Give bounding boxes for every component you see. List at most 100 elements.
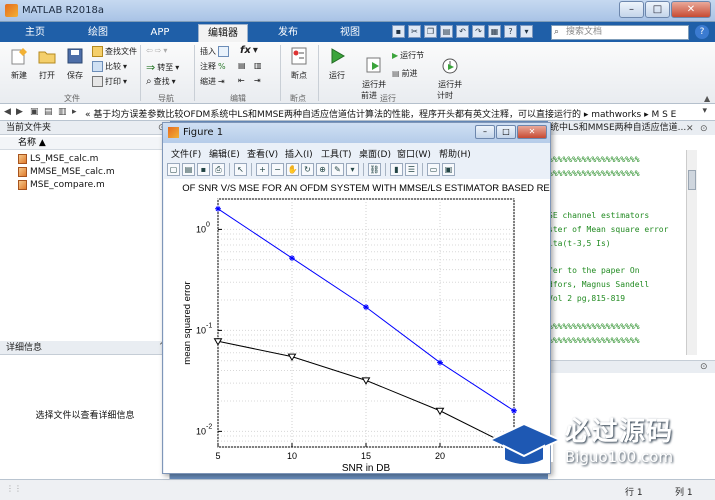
code-line[interactable]: %%%%%%%%%%%%%%%%%%% [548,336,640,345]
figure-menu-desktop[interactable]: 桌面(D) [359,147,391,160]
run-and-time-button[interactable]: 运行并 计时 [428,46,462,110]
print-button[interactable]: 打印 ▾ [92,76,127,87]
code-line[interactable]: SE channel estimators [548,211,649,220]
print-figure-icon[interactable]: ⎙ [212,162,225,176]
tab-editor[interactable]: 编辑器 [198,24,248,42]
new-figure-icon[interactable]: ▢ [167,162,180,176]
code-line[interactable]: %%%%%%%%%%%%%%%%%%% [548,169,640,178]
tab-home[interactable]: 主页 [15,24,55,42]
save-quick-icon[interactable]: ▪ [392,25,405,38]
editor-scrollbar[interactable] [686,150,697,355]
figure-menu-tools[interactable]: 工具(T) [321,147,352,160]
indent-button[interactable]: 缩进 ⇥ [200,76,225,87]
compare-button[interactable]: 比较 ▾ [92,61,127,72]
goto-button[interactable]: ⇒ 转至 ▾ [146,61,179,74]
insert-colorbar-icon[interactable]: ▮ [390,162,403,176]
details-title: 详细信息 [0,341,170,355]
x-tick-label: 10 [287,451,297,461]
close-button[interactable]: ✕ [671,1,711,18]
find-files-button[interactable]: 查找文件 [92,46,137,57]
address-folder-icon[interactable]: ▤ [44,107,53,117]
rotate-3d-icon[interactable]: ↻ [301,162,314,176]
figure-minimize-button[interactable]: – [475,125,495,139]
code-line[interactable]: fer to the paper On [548,266,640,275]
code-line[interactable]: Vol 2 pg,815-819 [548,294,625,303]
figure-menu-file[interactable]: 文件(F) [171,147,201,160]
tab-publish[interactable]: 发布 [268,24,308,42]
editor-close-icon[interactable]: ✕ [686,124,694,134]
insert-button[interactable]: 插入 [200,46,229,57]
workspace-panel-menu-icon[interactable]: ⊙ [700,362,708,372]
code-line[interactable]: ita(t-3,5 Is) [548,239,611,248]
figure-close-button[interactable]: ✕ [517,125,547,139]
indent-right-icon[interactable]: ⇥ [254,76,261,85]
run-button[interactable]: 运行 [322,46,352,81]
show-plot-tools-icon[interactable]: ▣ [442,162,455,176]
advance-button[interactable]: ▤ 前进 [392,68,418,79]
address-dropdown-icon[interactable]: ▾ [702,106,707,116]
ribbon-collapse-icon[interactable]: ▲ [704,94,710,103]
save-button[interactable]: 保存 [60,46,90,81]
code-line[interactable]: dfors, Magnus Sandell [548,280,649,289]
link-plot-icon[interactable]: ⛓ [368,162,381,176]
find-button[interactable]: ⌕ 查找 ▾ [146,76,176,87]
redo-quick-icon[interactable]: ↷ [472,25,485,38]
new-button[interactable]: 新建 [4,46,34,81]
figure-menu-help[interactable]: 帮助(H) [439,147,471,160]
tab-view[interactable]: 视图 [330,24,370,42]
paste-quick-icon[interactable]: ▤ [440,25,453,38]
pan-hand-icon[interactable]: ✋ [286,162,299,176]
column-header-name[interactable]: 名称 ▲ [0,137,170,150]
address-folder-up-icon[interactable]: ▣ [30,107,39,117]
file-item[interactable]: MMSE_MSE_calc.m [18,167,115,177]
figure-menu-view[interactable]: 查看(V) [247,147,278,160]
breakpoints-button[interactable]: 断点 [284,46,314,81]
code-line[interactable]: %%%%%%%%%%%%%%%%%%% [548,322,640,331]
current-folder-path[interactable]: « 基于均方误差参数比较OFDM系统中LS和MMSE两种自适应信道估计算法的性能… [85,107,676,120]
fx-button[interactable]: fx ▾ [240,45,258,56]
zoom-out-icon[interactable]: − [271,162,284,176]
editor-panel-menu-icon[interactable]: ⊙ [700,124,708,134]
help-icon[interactable]: ? [695,25,709,39]
search-input[interactable]: 搜索文档 [551,25,689,40]
uncomment-icon[interactable]: ▥ [254,61,262,70]
figure-menu-insert[interactable]: 插入(I) [285,147,313,160]
figure-maximize-button[interactable]: □ [496,125,516,139]
file-item[interactable]: LS_MSE_calc.m [18,154,98,164]
back-nav-button[interactable]: ⇦ ⇨ ▾ [146,46,167,55]
scrollbar-thumb[interactable] [688,170,696,190]
address-forward-icon[interactable]: ▶ [16,107,23,117]
customize-dropdown-icon[interactable]: ▾ [520,25,533,38]
figure-menu-edit[interactable]: 编辑(E) [209,147,240,160]
run-section-button[interactable]: ▶ 运行节 [392,50,424,61]
wrap-comments-icon[interactable]: ▤ [238,61,246,70]
tab-apps[interactable]: APP [140,24,180,42]
code-line[interactable]: ster of Mean square error [548,225,668,234]
zoom-in-icon[interactable]: + [256,162,269,176]
open-file-icon[interactable]: ▤ [182,162,195,176]
indent-left-icon[interactable]: ⇤ [238,76,245,85]
help-quick-icon[interactable]: ? [504,25,517,38]
address-browse-icon[interactable]: ▥ [58,107,67,117]
brush-icon[interactable]: ✎ [331,162,344,176]
undo-quick-icon[interactable]: ↶ [456,25,469,38]
tab-plots[interactable]: 绘图 [78,24,118,42]
minimize-button[interactable]: – [619,1,644,18]
figure-menu-window[interactable]: 窗口(W) [397,147,431,160]
code-line[interactable]: %%%%%%%%%%%%%%%%%%% [548,155,640,164]
comment-button[interactable]: 注释 % [200,61,226,72]
cut-quick-icon[interactable]: ✂ [408,25,421,38]
open-button[interactable]: 打开 [32,46,62,81]
address-back-icon[interactable]: ◀ [4,107,11,117]
copy-quick-icon[interactable]: ❐ [424,25,437,38]
hide-plot-tools-icon[interactable]: ▭ [427,162,440,176]
figure-titlebar[interactable]: Figure 1 – □ ✕ [163,123,550,143]
switch-windows-icon[interactable]: ▦ [488,25,501,38]
insert-legend-icon[interactable]: ☰ [405,162,418,176]
brush-dropdown-icon[interactable]: ▾ [346,162,359,176]
data-cursor-icon[interactable]: ⊕ [316,162,329,176]
edit-plot-arrow-icon[interactable]: ↖ [234,162,247,176]
file-item[interactable]: MSE_compare.m [18,180,105,190]
save-figure-icon[interactable]: ▪ [197,162,210,176]
maximize-button[interactable]: □ [645,1,670,18]
